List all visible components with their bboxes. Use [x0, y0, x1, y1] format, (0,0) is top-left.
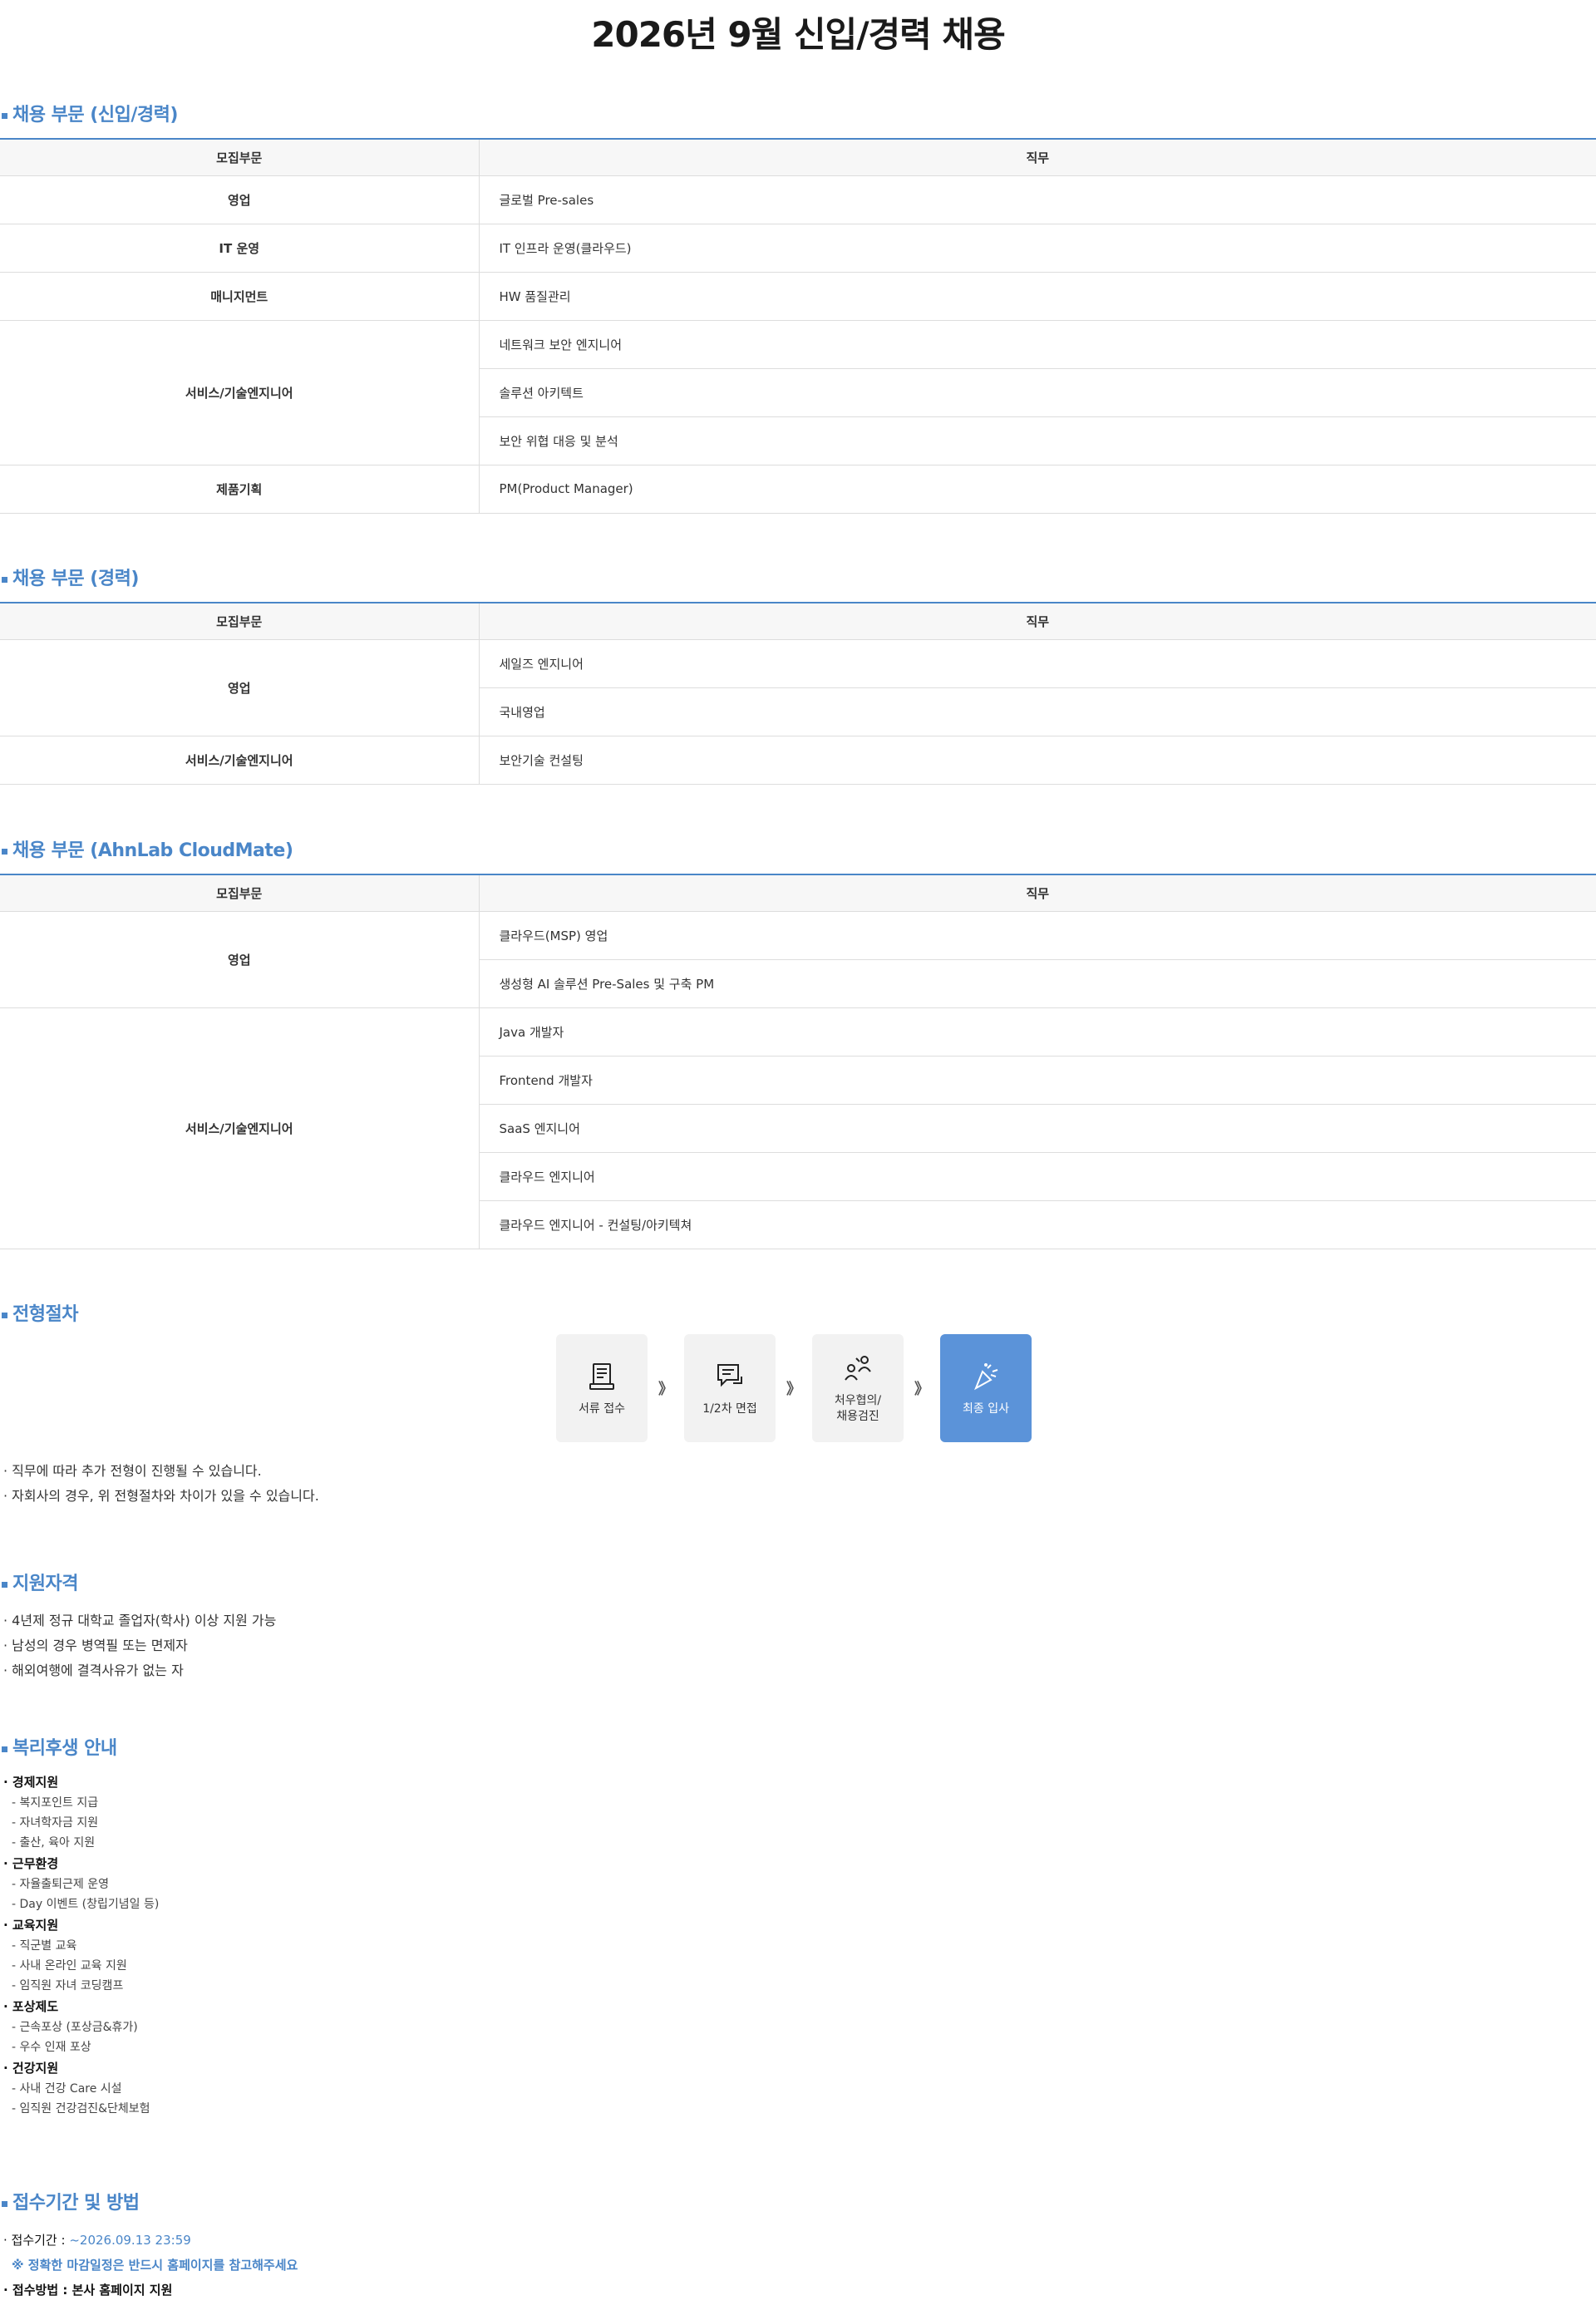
section-title-cloudmate: 채용 부문 (AhnLab CloudMate) [2, 839, 1596, 864]
table-row: 매니지먼트 HW 품질관리 [0, 272, 1596, 321]
job-cell: 클라우드 엔지니어 [479, 1152, 1596, 1201]
table-row: 서비스/기술엔지니어 Java 개발자 [0, 1007, 1596, 1249]
section-title-application: 접수기간 및 방법 [2, 2191, 1596, 2216]
dept-cell: 제품기획 [0, 465, 480, 514]
dept-cell: 영업 [0, 911, 480, 1008]
benefit-item: - 출산, 육아 지원 [12, 1836, 96, 1850]
job-cell: 클라우드 엔지니어 - 컨설팅/아키텍쳐 [479, 1200, 1596, 1249]
application-period: · 접수기간 : ~2026.09.13 23:59 [3, 2233, 191, 2248]
col-header-dept: 모집부문 [0, 874, 480, 912]
benefit-item: - 자녀학자금 지원 [12, 1816, 99, 1830]
dept-cell: 영업 [0, 175, 480, 224]
process-step-final: 최종 입사 [940, 1334, 1032, 1442]
section-title-newcomer-career: 채용 부문 (신입/경력) [2, 103, 1596, 128]
benefit-category: · 경제지원 [3, 1775, 59, 1790]
process-steps: 서류 접수 》 1/2차 면접 》 처우협의/ 채용검진 》 최종 입사 [0, 1334, 1596, 1442]
section-title-qualifications: 지원자격 [2, 1572, 1596, 1597]
square-bullet-icon [2, 1312, 7, 1318]
chevron-right-icon: 》 [786, 1381, 801, 1398]
job-cell: 세일즈 엔지니어 [479, 639, 1596, 688]
benefit-item: - 직군별 교육 [12, 1939, 77, 1953]
table-row: 영업 글로벌 Pre-sales [0, 175, 1596, 224]
process-note: · 자회사의 경우, 위 전형절차와 차이가 있을 수 있습니다. [3, 1488, 319, 1504]
chevron-right-icon: 》 [914, 1381, 929, 1398]
benefit-item: - 사내 건강 Care 시설 [12, 2082, 122, 2096]
dept-cell: IT 운영 [0, 224, 480, 273]
job-cell: SaaS 엔지니어 [479, 1104, 1596, 1153]
process-step-document: 서류 접수 [556, 1334, 648, 1442]
benefit-item: - 복지포인트 지급 [12, 1796, 99, 1810]
square-bullet-icon [2, 2200, 7, 2207]
job-cell: Frontend 개발자 [479, 1056, 1596, 1105]
square-bullet-icon [2, 848, 7, 855]
col-header-dept: 모집부문 [0, 139, 480, 176]
table-row: 서비스/기술엔지니어 네트워크 보안 엔지니어 [0, 320, 1596, 465]
benefit-item: - 근속포상 (포상금&휴가) [12, 2021, 138, 2034]
col-header-job: 직무 [479, 603, 1596, 640]
benefit-item: - 우수 인재 포상 [12, 2041, 91, 2054]
list-item: · 해외여행에 결격사유가 없는 자 [3, 1662, 184, 1678]
job-cell: 글로벌 Pre-sales [479, 175, 1596, 224]
job-cell: Java 개발자 [479, 1007, 1596, 1057]
square-bullet-icon [2, 576, 7, 583]
job-cell: 보안기술 컨설팅 [479, 736, 1596, 785]
celebration-icon [974, 1362, 998, 1390]
process-step-interview: 1/2차 면접 [684, 1334, 776, 1442]
col-header-job: 직무 [479, 874, 1596, 912]
job-cell: HW 품질관리 [479, 272, 1596, 321]
benefit-item: - 임직원 자녀 코딩캠프 [12, 1979, 124, 1992]
job-cell: PM(Product Manager) [479, 465, 1596, 514]
benefit-item: - Day 이벤트 (창립기념일 등) [12, 1898, 160, 1911]
benefit-category: · 교육지원 [3, 1918, 59, 1933]
jobs-table-cloudmate: 모집부문 직무 영업 클라우드(MSP) 영업 생성형 AI 솔루션 Pre-S… [0, 874, 1596, 1249]
square-bullet-icon [2, 1581, 7, 1588]
col-header-dept: 모집부문 [0, 603, 480, 640]
application-warning: ※ 정확한 마감일정은 반드시 홈페이지를 참고해주세요 [12, 2258, 298, 2273]
job-cell: 생성형 AI 솔루션 Pre-Sales 및 구축 PM [479, 959, 1596, 1008]
benefit-category: · 건강지원 [3, 2061, 59, 2076]
jobs-table-newcomer-career: 모집부문 직무 영업 글로벌 Pre-sales IT 운영 IT 인프라 운영… [0, 138, 1596, 514]
dept-cell: 서비스/기술엔지니어 [0, 736, 480, 785]
benefit-item: - 자율출퇴근제 운영 [12, 1878, 109, 1891]
dept-cell: 서비스/기술엔지니어 [0, 1007, 480, 1249]
table-row: 제품기획 PM(Product Manager) [0, 465, 1596, 514]
interview-chat-icon [717, 1363, 742, 1387]
benefit-category: · 포상제도 [3, 1999, 59, 2014]
square-bullet-icon [2, 112, 7, 119]
table-row: 영업 세일즈 엔지니어 [0, 639, 1596, 736]
section-title-benefits: 복리후생 안내 [2, 1736, 1596, 1761]
application-method: · 접수방법 : 본사 홈페이지 지원 [3, 2283, 173, 2298]
chevron-right-icon: 》 [658, 1381, 673, 1398]
list-item: · 4년제 정규 대학교 졸업자(학사) 이상 지원 가능 [3, 1613, 277, 1628]
benefit-item: - 사내 온라인 교육 지원 [12, 1959, 127, 1973]
job-cell: 국내영업 [479, 687, 1596, 736]
square-bullet-icon [2, 1746, 7, 1752]
table-row: IT 운영 IT 인프라 운영(클라우드) [0, 224, 1596, 273]
job-cell: 보안 위협 대응 및 분석 [479, 416, 1596, 465]
table-row: 서비스/기술엔지니어 보안기술 컨설팅 [0, 736, 1596, 785]
job-cell: 솔루션 아키텍트 [479, 368, 1596, 417]
jobs-table-career: 모집부문 직무 영업 세일즈 엔지니어 국내영업 서비스/기술엔지니어 보안기술… [0, 602, 1596, 785]
job-cell: 네트워크 보안 엔지니어 [479, 320, 1596, 369]
benefit-category: · 근무환경 [3, 1856, 59, 1871]
job-cell: 클라우드(MSP) 영업 [479, 911, 1596, 960]
process-note: · 직무에 따라 추가 전형이 진행될 수 있습니다. [3, 1463, 262, 1479]
document-icon [589, 1362, 614, 1390]
dept-cell: 서비스/기술엔지니어 [0, 320, 480, 465]
job-cell: IT 인프라 운영(클라우드) [479, 224, 1596, 273]
table-row: 영업 클라우드(MSP) 영업 [0, 911, 1596, 1008]
col-header-job: 직무 [479, 139, 1596, 176]
list-item: · 남성의 경우 병역필 또는 면제자 [3, 1638, 188, 1653]
benefit-item: - 임직원 건강검진&단체보험 [12, 2102, 150, 2116]
page-title: 2026년 9월 신입/경력 채용 [591, 14, 1005, 55]
dept-cell: 영업 [0, 639, 480, 736]
section-title-career: 채용 부문 (경력) [2, 567, 1596, 592]
dept-cell: 매니지먼트 [0, 272, 480, 321]
negotiation-icon [845, 1356, 871, 1381]
section-title-process: 전형절차 [2, 1303, 1596, 1327]
process-step-negotiation: 처우협의/ 채용검진 [812, 1334, 904, 1442]
